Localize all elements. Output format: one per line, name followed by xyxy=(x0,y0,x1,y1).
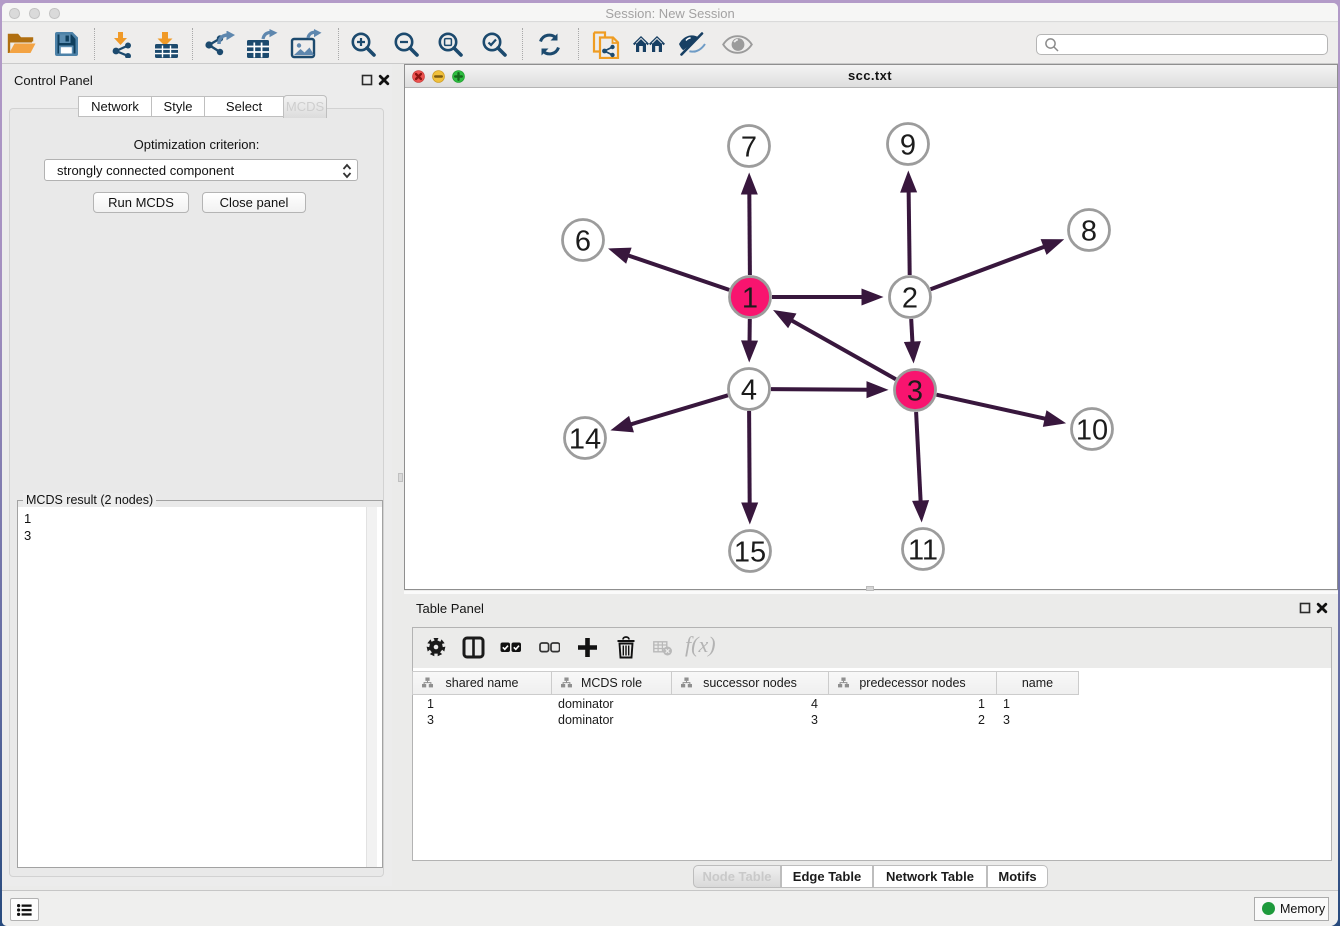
svg-text:15: 15 xyxy=(734,536,766,568)
svg-text:1: 1 xyxy=(742,282,758,314)
svg-text:10: 10 xyxy=(1076,414,1108,446)
svg-text:9: 9 xyxy=(900,129,916,161)
svg-text:14: 14 xyxy=(569,423,601,455)
svg-text:6: 6 xyxy=(575,225,591,257)
svg-text:7: 7 xyxy=(741,131,757,163)
svg-text:4: 4 xyxy=(741,374,757,406)
svg-text:11: 11 xyxy=(908,534,938,566)
svg-text:8: 8 xyxy=(1081,215,1097,247)
svg-text:3: 3 xyxy=(907,375,923,407)
svg-text:2: 2 xyxy=(902,282,918,314)
